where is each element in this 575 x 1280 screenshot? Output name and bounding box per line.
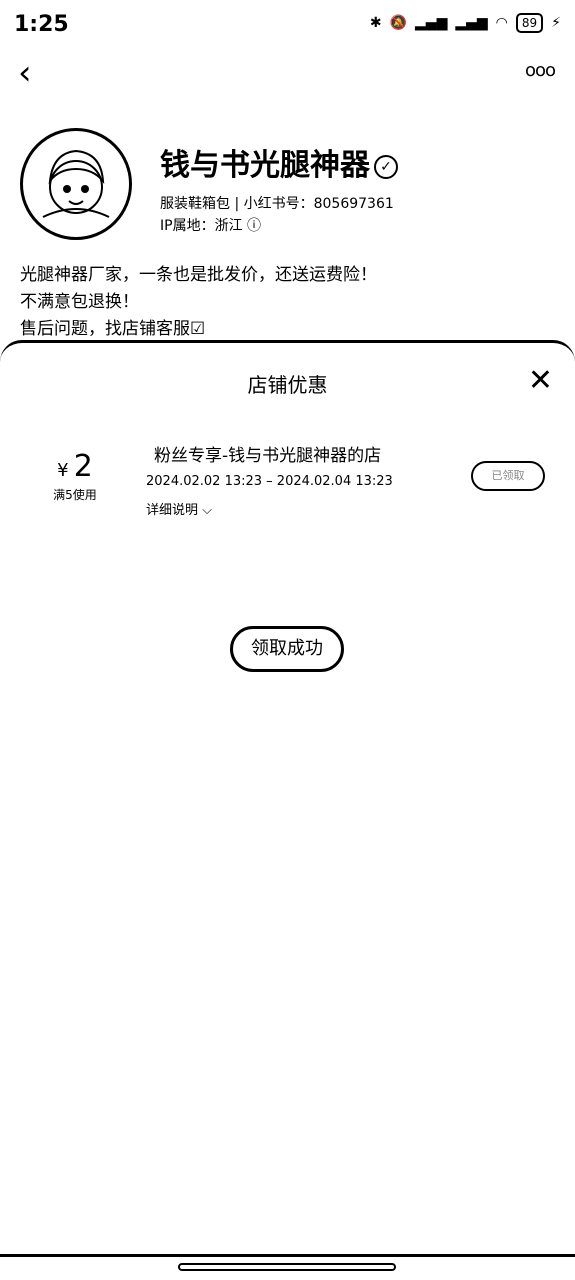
signal-2-icon: ▂▄▆ xyxy=(455,15,488,31)
shop-name: 钱与书光腿神器 ✓ xyxy=(160,140,398,184)
claim-coupon-button[interactable]: 已领取 xyxy=(471,461,545,491)
battery-icon: 89 xyxy=(515,13,544,33)
mute-icon: 🔕 xyxy=(389,15,408,31)
detail-label: 详细说明 xyxy=(146,503,199,518)
store-coupon-sheet: 店铺优惠 ✕ ¥ 2 满5使用 粉丝专享-钱与书光腿神器的店 2024.02.0… xyxy=(0,340,575,1280)
verified-icon: ✓ xyxy=(374,154,398,179)
shop-meta-category: 服装鞋箱包 | 小红书号：805697361 xyxy=(160,196,394,212)
status-time: 1:25 xyxy=(14,12,69,37)
coupon-amount: ¥ 2 满5使用 xyxy=(40,449,110,503)
success-toast: 领取成功 xyxy=(230,626,344,672)
shop-name-text: 钱与书光腿神器 xyxy=(160,148,370,183)
ip-location: IP属地：浙江 xyxy=(160,218,243,234)
coupon-validity: 2024.02.02 13:23 – 2024.02.04 13:23 xyxy=(146,474,393,489)
chevron-down-icon: ⌵ xyxy=(202,503,213,518)
coupon-value: 2 xyxy=(73,449,93,484)
bottom-divider xyxy=(0,1254,575,1257)
bio-line: 不满意包退换！ xyxy=(20,292,139,312)
signal-icon: ▂▄▆ xyxy=(415,15,448,31)
currency-symbol: ¥ xyxy=(57,460,69,481)
bluetooth-icon: ✱ xyxy=(369,15,382,31)
more-options-icon[interactable]: ooo xyxy=(525,60,556,81)
back-arrow-icon[interactable]: ‹ xyxy=(18,56,46,90)
avatar[interactable] xyxy=(20,128,132,240)
shop-bio: 光腿神器厂家，一条也是批发价，还送运费险！ 不满意包退换！ 售后问题，找店铺客服… xyxy=(20,262,560,343)
status-bar: 1:25 ✱ 🔕 ▂▄▆ ▂▄▆ ◠ 89 ⚡ xyxy=(0,0,575,52)
charging-icon: ⚡ xyxy=(551,15,561,31)
wifi-icon: ◠ xyxy=(495,15,508,31)
avatar-illustration xyxy=(42,149,110,218)
close-icon[interactable]: ✕ xyxy=(528,366,553,396)
coupon-condition: 满5使用 xyxy=(53,488,97,502)
status-icons: ✱ 🔕 ▂▄▆ ▂▄▆ ◠ 89 ⚡ xyxy=(370,13,561,33)
coupon-title: 粉丝专享-钱与书光腿神器的店 xyxy=(154,446,382,466)
home-indicator[interactable] xyxy=(178,1263,396,1271)
bio-line: 售后问题，找店铺客服☑ xyxy=(20,319,206,339)
shop-meta-ip: IP属地：浙江 ⓘ xyxy=(160,215,261,235)
coupon-detail-toggle[interactable]: 详细说明 ⌵ xyxy=(146,499,212,518)
sheet-title: 店铺优惠 xyxy=(247,373,328,397)
bio-line: 光腿神器厂家，一条也是批发价，还送运费险！ xyxy=(20,265,377,285)
info-icon[interactable]: ⓘ xyxy=(247,218,261,234)
